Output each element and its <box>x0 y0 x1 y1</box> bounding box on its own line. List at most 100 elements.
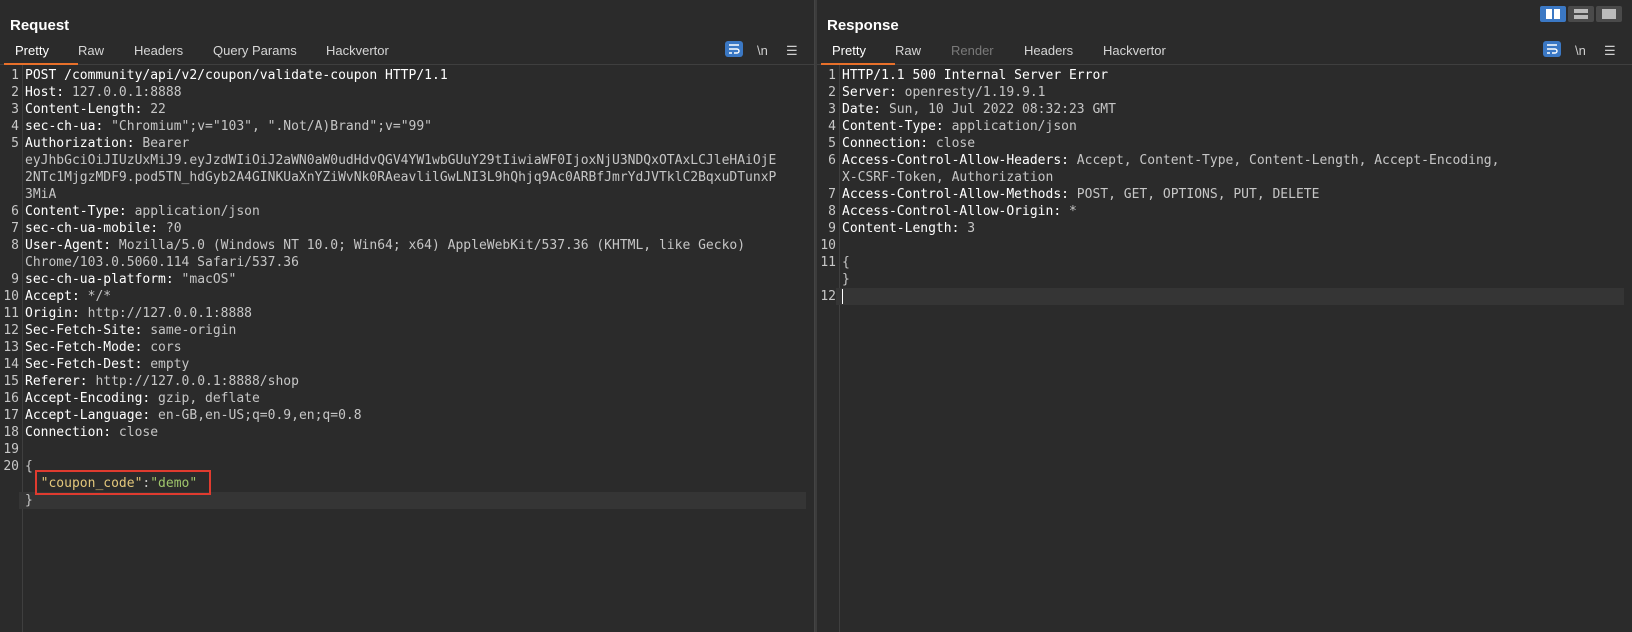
line-number: 10 <box>820 238 836 253</box>
request-editor[interactable]: 1 POST /community/api/v2/coupon/validate-… <box>0 65 814 632</box>
response-tab-pretty[interactable]: Pretty <box>832 43 866 58</box>
response-tab-raw[interactable]: Raw <box>895 43 921 58</box>
header-value: "Chromium";v="103", ".Not/A)Brand";v="99… <box>103 119 433 134</box>
request-tab-headers[interactable]: Headers <box>134 43 183 58</box>
response-tab-render: Render <box>951 43 994 58</box>
response-tabs: Pretty Raw Render Headers Hackvertor <box>817 40 1632 65</box>
line-content: sec-ch-ua-mobile: ?0 <box>19 220 806 237</box>
line-content: Date: Sun, 10 Jul 2022 08:32:23 GMT <box>836 101 1624 118</box>
code-line: 8 Access-Control-Allow-Origin: * <box>817 203 1624 220</box>
layout-side-by-side-button[interactable] <box>1540 6 1566 22</box>
header-value: cors <box>142 340 182 355</box>
header-value: http://127.0.0.1:8888 <box>79 306 252 321</box>
request-tab-query-params[interactable]: Query Params <box>213 43 297 58</box>
line-number: 3 <box>828 102 836 117</box>
code-line: 16 Accept-Encoding: gzip, deflate <box>0 390 806 407</box>
request-tab-pretty[interactable]: Pretty <box>15 43 49 58</box>
header-value: */* <box>79 289 112 304</box>
line-content <box>836 288 1624 305</box>
code-line: 6 Access-Control-Allow-Headers: Accept, C… <box>817 152 1624 169</box>
line-number: 3 <box>11 102 19 117</box>
code-line: 8 User-Agent: Mozilla/5.0 (Windows NT 10.… <box>0 237 806 254</box>
line-number: 6 <box>828 153 836 168</box>
header-value: } <box>842 272 850 287</box>
request-lines: 1 POST /community/api/v2/coupon/validate-… <box>0 67 806 509</box>
line-content: Accept-Encoding: gzip, deflate <box>19 390 806 407</box>
line-number: 12 <box>3 323 19 338</box>
line-number: 11 <box>3 306 19 321</box>
header-value: ?0 <box>158 221 182 236</box>
header-value: application/json <box>943 119 1077 134</box>
line-content: Origin: http://127.0.0.1:8888 <box>19 305 806 322</box>
request-wrap-lines-toggle[interactable] <box>725 41 743 57</box>
response-wrap-lines-toggle[interactable] <box>1543 41 1561 57</box>
header-value: openresty/1.19.9.1 <box>896 85 1046 100</box>
code-line: 5 Connection: close <box>817 135 1624 152</box>
header-value: { <box>25 459 33 474</box>
code-line: 17 Accept-Language: en-GB,en-US;q=0.9,en;… <box>0 407 806 424</box>
line-content: eyJhbGciOiJIUzUxMiJ9.eyJzdWIiOiJ2aWN0aW0… <box>19 152 806 169</box>
header-name: sec-ch-ua-platform: <box>25 272 174 287</box>
header-name: Accept-Encoding: <box>25 391 151 406</box>
request-title: Request <box>10 17 70 34</box>
wrap-lines-icon <box>729 44 740 54</box>
line-number: 7 <box>828 187 836 202</box>
single-pane-icon <box>1602 9 1616 19</box>
header-name: POST /community/api/v2/coupon/validate-c… <box>25 68 448 83</box>
line-number: 7 <box>11 221 19 236</box>
line-content: HTTP/1.1 500 Internal Server Error <box>836 67 1624 84</box>
line-number: 5 <box>11 136 19 151</box>
response-tab-hackvertor[interactable]: Hackvertor <box>1103 43 1166 58</box>
line-number: 4 <box>828 119 836 134</box>
layout-buttons <box>1540 6 1622 22</box>
request-tab-hackvertor[interactable]: Hackvertor <box>326 43 389 58</box>
line-content: Content-Type: application/json <box>836 118 1624 135</box>
header-value: Sun, 10 Jul 2022 08:32:23 GMT <box>881 102 1116 117</box>
line-number: 1 <box>11 68 19 83</box>
code-line: 10 <box>817 237 1624 254</box>
request-tab-raw[interactable]: Raw <box>78 43 104 58</box>
header-name: Access-Control-Allow-Methods: <box>842 187 1069 202</box>
code-line: 1 HTTP/1.1 500 Internal Server Error <box>817 67 1624 84</box>
header-name: Sec-Fetch-Mode: <box>25 340 143 355</box>
response-tab-headers[interactable]: Headers <box>1024 43 1073 58</box>
header-value: en-GB,en-US;q=0.9,en;q=0.8 <box>150 408 362 423</box>
line-number: 16 <box>3 391 19 406</box>
response-title: Response <box>827 17 899 34</box>
response-newline-toggle[interactable]: \n <box>1575 43 1586 58</box>
line-content: Connection: close <box>836 135 1624 152</box>
line-content: { <box>836 254 1624 271</box>
response-menu-icon[interactable]: ☰ <box>1604 43 1616 59</box>
header-value: * <box>1061 204 1077 219</box>
line-number: 5 <box>828 136 836 151</box>
code-line: 2 Host: 127.0.0.1:8888 <box>0 84 806 101</box>
line-content: Access-Control-Allow-Origin: * <box>836 203 1624 220</box>
line-number <box>0 169 19 186</box>
line-content <box>836 237 1624 254</box>
header-name: Access-Control-Allow-Origin: <box>842 204 1062 219</box>
line-number: 1 <box>828 68 836 83</box>
request-menu-icon[interactable]: ☰ <box>786 43 798 59</box>
line-content: } <box>836 271 1624 288</box>
response-lines: 1 HTTP/1.1 500 Internal Server Error 2 Serv… <box>817 67 1624 305</box>
layout-tabbed-button[interactable] <box>1596 6 1622 22</box>
line-content: 2NTc1MjgzMDF9.pod5TN_hdGyb2A4GINKUaXnYZi… <box>19 169 806 186</box>
code-line: X-CSRF-Token, Authorization <box>817 169 1624 186</box>
request-newline-toggle[interactable]: \n <box>757 43 768 58</box>
line-number: 11 <box>820 255 836 270</box>
header-name: HTTP/1.1 500 Internal Server Error <box>842 68 1109 83</box>
header-value: POST, GET, OPTIONS, PUT, DELETE <box>1068 187 1320 202</box>
header-name: User-Agent: <box>25 238 112 253</box>
line-number <box>0 152 19 169</box>
line-content: Access-Control-Allow-Methods: POST, GET,… <box>836 186 1624 203</box>
layout-stacked-button[interactable] <box>1568 6 1594 22</box>
line-number: 15 <box>3 374 19 389</box>
code-line: 3 Date: Sun, 10 Jul 2022 08:32:23 GMT <box>817 101 1624 118</box>
line-number <box>0 186 19 203</box>
code-line: 1 POST /community/api/v2/coupon/validate-… <box>0 67 806 84</box>
header-name: Accept: <box>25 289 80 304</box>
line-number: 18 <box>3 425 19 440</box>
response-editor[interactable]: 1 HTTP/1.1 500 Internal Server Error 2 Serv… <box>817 65 1632 632</box>
line-content: POST /community/api/v2/coupon/validate-c… <box>19 67 806 84</box>
line-number: 17 <box>3 408 19 423</box>
